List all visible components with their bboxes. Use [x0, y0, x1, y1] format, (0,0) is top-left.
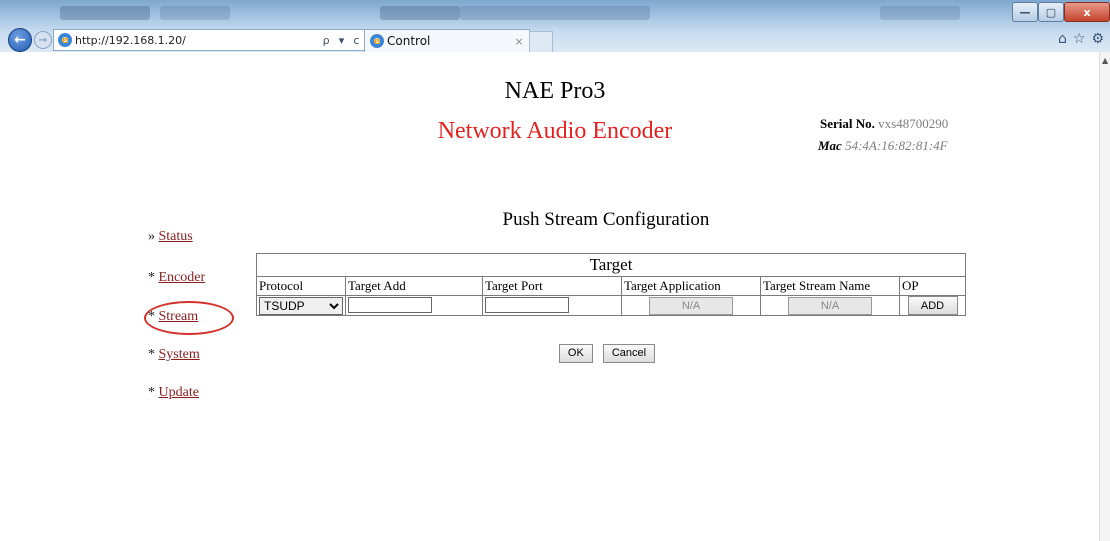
browser-tab[interactable]: e Control × [364, 29, 530, 52]
mac-address: Mac 54:4A:16:82:81:4F [818, 138, 948, 154]
nav-link-encoder[interactable]: Encoder [159, 270, 206, 285]
blurred-region [880, 6, 960, 20]
address-url[interactable]: http://192.168.1.20/ [75, 34, 318, 47]
refresh-icon[interactable]: c [353, 34, 359, 47]
device-title: NAE Pro3 [504, 78, 606, 104]
table-heading-row: Target [256, 253, 966, 277]
col-target-port: Target Port [482, 276, 622, 296]
arrow-left-icon: ← [14, 32, 26, 48]
target-port-input[interactable] [485, 297, 569, 314]
address-bar[interactable]: e http://192.168.1.20/ ρ ▾ c [53, 29, 365, 51]
target-add-input[interactable] [348, 297, 432, 314]
forward-button[interactable]: → [34, 31, 52, 49]
target-stream-name-input [788, 296, 872, 315]
section-title: Push Stream Configuration [502, 209, 710, 230]
col-target-add: Target Add [345, 276, 483, 296]
form-actions: OK Cancel [0, 343, 1110, 363]
highlight-circle [144, 301, 234, 335]
nav-prefix: » [148, 229, 155, 244]
browser-toolbar-icons: ⌂ ☆ ⚙ [1058, 31, 1104, 47]
minimize-button[interactable]: — [1012, 2, 1038, 22]
home-icon[interactable]: ⌂ [1058, 31, 1067, 47]
restore-button[interactable]: ▢ [1038, 2, 1064, 22]
target-add-cell [345, 295, 483, 316]
serial-number: Serial No. vxs48700290 [820, 116, 948, 132]
dropdown-icon[interactable]: ▾ [339, 34, 345, 47]
ie-icon: e [58, 33, 72, 47]
protocol-select[interactable]: TSUDP [259, 296, 343, 315]
nav-item-status: » Status [148, 229, 193, 245]
mac-value: 54:4A:16:82:81:4F [845, 138, 948, 153]
address-tools: ρ ▾ c [318, 34, 364, 47]
table-heading: Target [256, 253, 966, 277]
target-stream-name-cell [760, 295, 900, 316]
blurred-region [60, 6, 150, 20]
blurred-region [160, 6, 230, 20]
favorites-star-icon[interactable]: ☆ [1073, 31, 1086, 47]
search-icon[interactable]: ρ [323, 34, 330, 47]
table-row: TSUDP ADD [256, 295, 966, 316]
protocol-cell: TSUDP [256, 295, 346, 316]
scroll-up-icon[interactable]: ▲ [1102, 56, 1108, 65]
target-application-cell [621, 295, 761, 316]
blurred-region [380, 6, 460, 20]
add-button[interactable]: ADD [907, 296, 958, 315]
cancel-button[interactable]: Cancel [602, 343, 656, 363]
navigation-row: ← → e http://192.168.1.20/ ρ ▾ c e Contr… [0, 26, 1110, 53]
nav-item-encoder: * Encoder [148, 270, 205, 286]
nav-prefix: * [148, 385, 155, 400]
serial-label: Serial No. [820, 116, 875, 131]
col-protocol: Protocol [256, 276, 346, 296]
push-stream-table: Target Protocol Target Add Target Port T… [256, 253, 966, 316]
back-button[interactable]: ← [8, 28, 32, 52]
table-header-row: Protocol Target Add Target Port Target A… [256, 276, 966, 296]
nav-link-status[interactable]: Status [159, 229, 193, 244]
col-target-application: Target Application [621, 276, 761, 296]
close-tab-icon[interactable]: × [509, 35, 529, 48]
col-op: OP [899, 276, 966, 296]
tab-label: Control [387, 34, 431, 48]
mac-label: Mac [818, 138, 842, 153]
ok-button[interactable]: OK [558, 343, 593, 363]
blurred-region [460, 6, 650, 20]
ie-icon: e [370, 34, 384, 48]
close-window-button[interactable]: x [1064, 2, 1110, 22]
gear-icon[interactable]: ⚙ [1091, 31, 1104, 47]
nav-link-update[interactable]: Update [159, 385, 199, 400]
target-port-cell [482, 295, 622, 316]
nav-item-update: * Update [148, 385, 199, 401]
nav-prefix: * [148, 270, 155, 285]
browser-titlebar: — ▢ x ← → e http://192.168.1.20/ ρ ▾ c e… [0, 0, 1110, 53]
arrow-right-icon: → [38, 34, 48, 46]
target-application-input [649, 296, 733, 315]
serial-value: vxs48700290 [878, 116, 949, 131]
op-cell: ADD [899, 295, 966, 316]
col-target-stream-name: Target Stream Name [760, 276, 900, 296]
new-tab-button[interactable] [529, 31, 553, 53]
